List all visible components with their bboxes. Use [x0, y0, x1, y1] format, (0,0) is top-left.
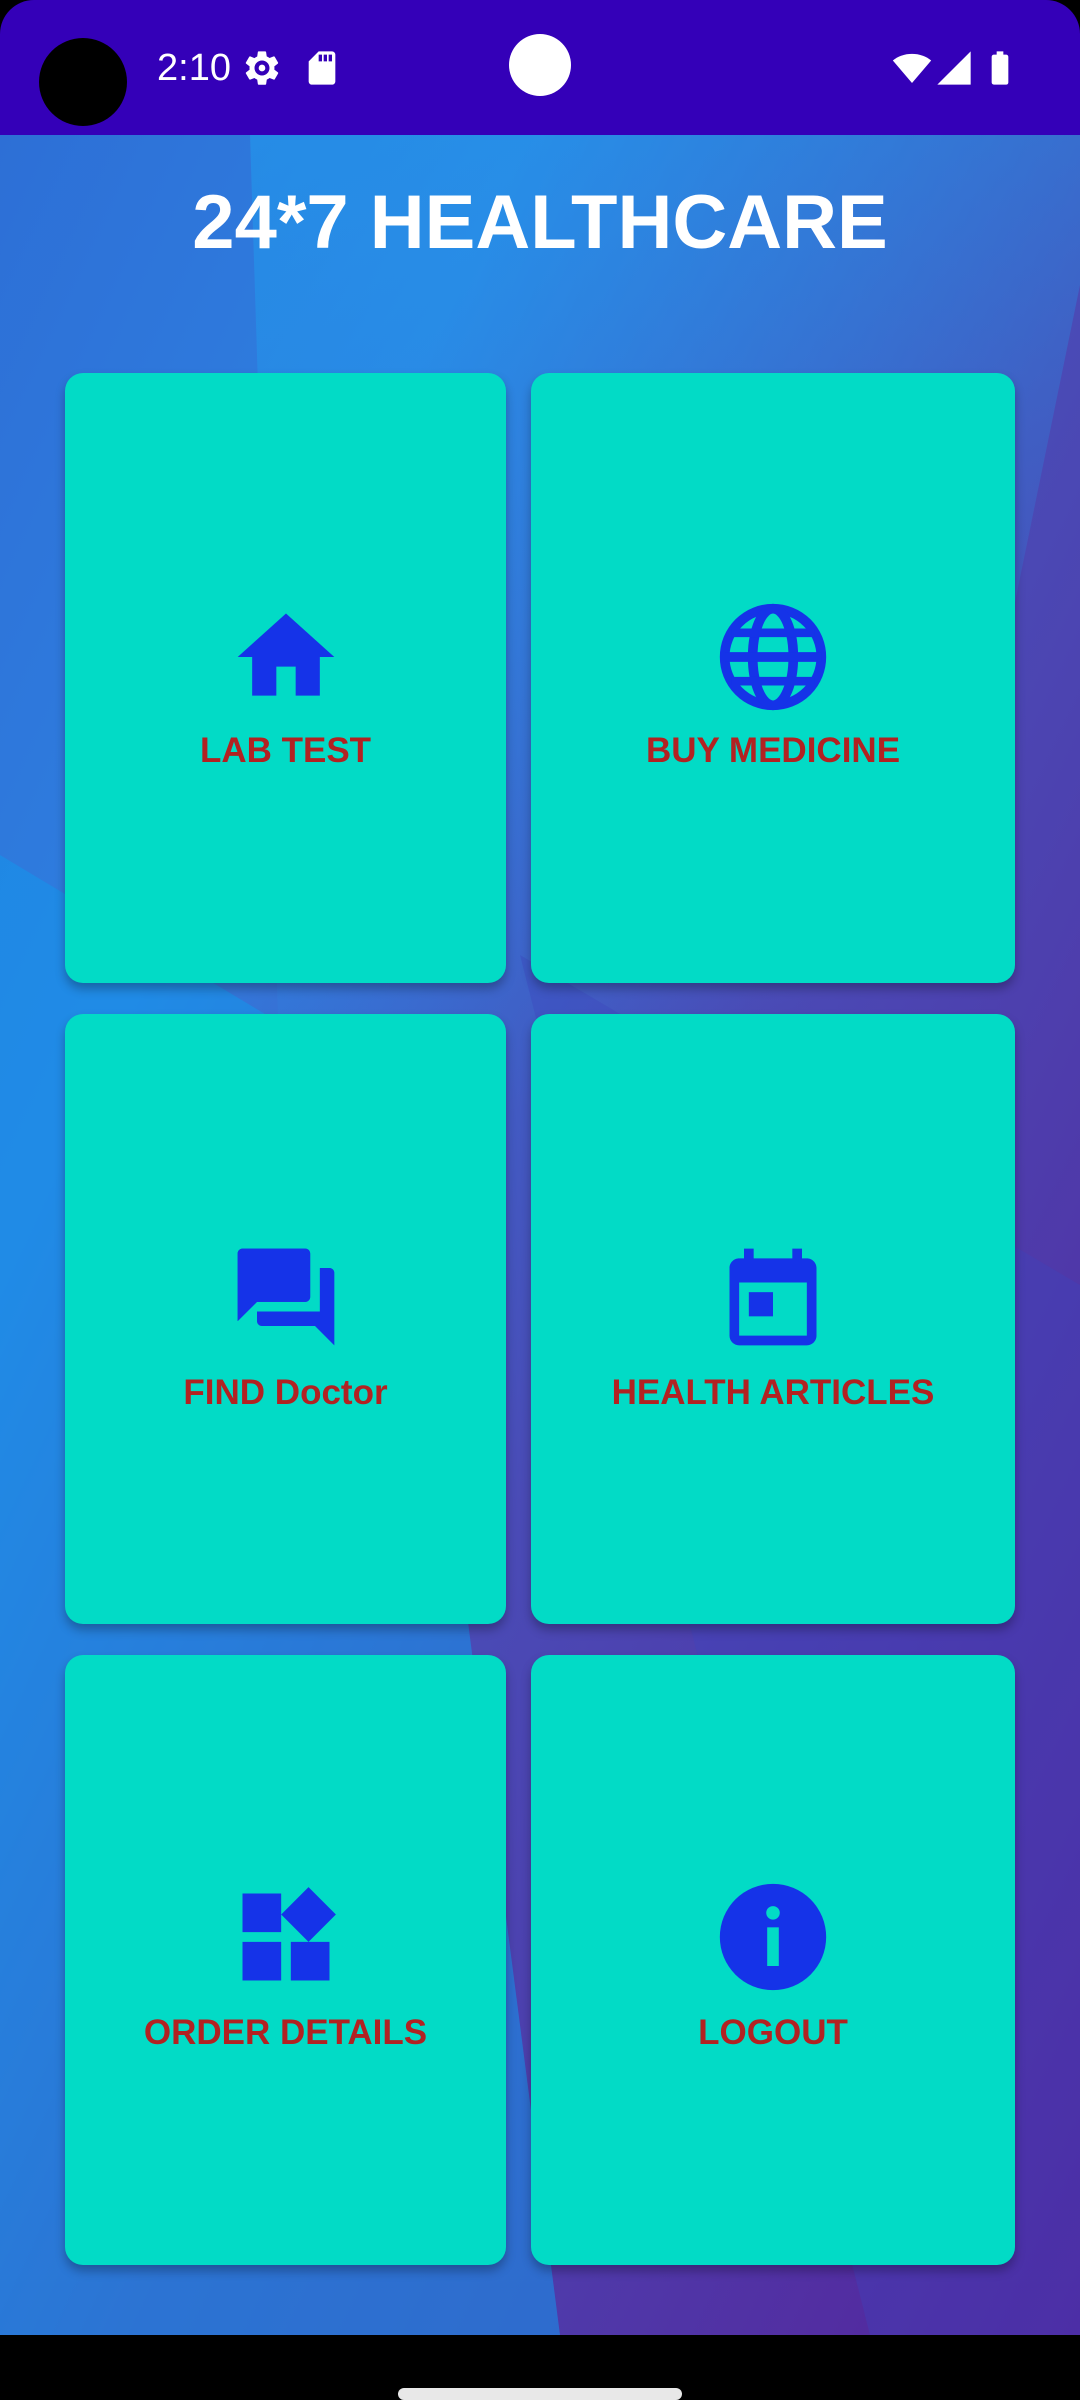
widgets-icon — [242, 1887, 336, 1981]
home-icon — [237, 613, 335, 696]
status-bar: 2:10 — [0, 0, 1080, 135]
chat-icon — [237, 1248, 335, 1346]
info-icon — [719, 1883, 827, 1991]
home-gesture-handle[interactable] — [398, 2388, 682, 2400]
lab-test-card[interactable]: LAB TEST — [65, 373, 506, 983]
dashboard: 24*7 HEALTHCARE LAB TEST BUY MEDICINE FI… — [0, 135, 1080, 2335]
health-articles-label: HEALTH ARTICLES — [611, 1373, 935, 1412]
globe-icon — [719, 603, 827, 711]
wifi-icon — [892, 53, 932, 83]
logout-card[interactable]: LOGOUT — [531, 1655, 1015, 2265]
settings-gear-icon — [245, 51, 279, 85]
calendar-icon — [729, 1248, 817, 1346]
front-camera — [509, 34, 571, 96]
buy-medicine-card[interactable]: BUY MEDICINE — [531, 373, 1015, 983]
status-time: 2:10 — [157, 47, 231, 89]
buy-medicine-label: BUY MEDICINE — [645, 731, 901, 770]
find-doctor-card[interactable]: FIND Doctor — [65, 1014, 506, 1624]
logout-label: LOGOUT — [698, 2013, 848, 2052]
order-details-card[interactable]: ORDER DETAILS — [65, 1655, 506, 2265]
battery-icon — [991, 51, 1009, 85]
phone-screen: 2:10 24*7 HEALTHCARE LAB TEST BUY MEDICI… — [0, 0, 1080, 2400]
app-title: 24*7 HEALTHCARE — [192, 180, 888, 265]
sd-card-icon — [308, 51, 336, 85]
order-details-label: ORDER DETAILS — [143, 2013, 428, 2052]
health-articles-card[interactable]: HEALTH ARTICLES — [531, 1014, 1015, 1624]
find-doctor-label: FIND Doctor — [183, 1373, 388, 1412]
lab-test-label: LAB TEST — [199, 731, 372, 770]
camera-cutout — [39, 38, 127, 126]
cell-signal-icon — [937, 51, 971, 85]
